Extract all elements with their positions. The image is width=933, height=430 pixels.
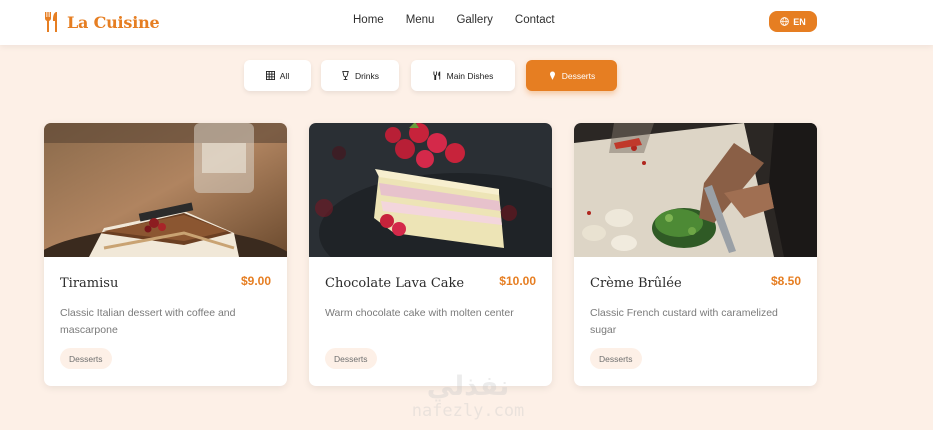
ice-cream-icon [549, 71, 555, 80]
top-navbar: La Cuisine Home Menu Gallery Contact EN [0, 0, 933, 45]
category-tag: Desserts [60, 348, 112, 369]
fork-knife-icon [44, 12, 57, 32]
tiramisu-image [44, 123, 287, 257]
cake-image [309, 123, 552, 257]
card-description: Warm chocolate cake with molten center [325, 307, 514, 319]
glass-icon [342, 71, 349, 80]
menu-card[interactable]: Tiramisu $9.00 Classic Italian dessert w… [44, 123, 287, 386]
card-title: Tiramisu [60, 276, 119, 291]
filter-main-dishes-button[interactable]: Main Dishes [411, 60, 515, 91]
language-label: EN [793, 16, 806, 27]
watermark: نفذلي nafezly.com [410, 372, 526, 428]
card-price: $10.00 [499, 274, 536, 288]
filter-label: Main Dishes [446, 70, 494, 81]
utensils-icon [433, 71, 440, 80]
card-description: Classic French custard with caramelized … [590, 307, 778, 336]
card-price: $8.50 [770, 274, 801, 288]
watermark-latin: nafezly.com [411, 401, 525, 421]
nav-link-contact[interactable]: Contact [515, 14, 555, 30]
chef-chopping-image [574, 123, 817, 257]
nav-link-home[interactable]: Home [353, 14, 384, 30]
category-tag: Desserts [590, 348, 642, 369]
filter-drinks-button[interactable]: Drinks [321, 60, 399, 91]
filter-all-button[interactable]: All [244, 60, 311, 91]
main-nav: Home Menu Gallery Contact [353, 14, 555, 30]
watermark-arabic: نفذلي [426, 371, 510, 402]
brand-logo[interactable]: La Cuisine [43, 10, 160, 34]
menu-card[interactable]: Chocolate Lava Cake $10.00 Warm chocolat… [309, 123, 552, 386]
filter-label: All [279, 70, 290, 81]
language-button[interactable]: EN [769, 11, 817, 32]
grid-icon [265, 71, 275, 80]
nav-link-menu[interactable]: Menu [406, 14, 435, 30]
category-tag: Desserts [325, 348, 377, 369]
brand-name: La Cuisine [67, 12, 160, 32]
globe-icon [780, 17, 790, 26]
filter-label: Desserts [561, 70, 596, 81]
category-filters: All Drinks Main Dishes Desserts [0, 60, 933, 91]
menu-card[interactable]: Crème Brûlée $8.50 Classic French custar… [574, 123, 817, 386]
card-price: $9.00 [240, 274, 271, 288]
nav-link-gallery[interactable]: Gallery [456, 14, 492, 30]
card-title: Chocolate Lava Cake [325, 276, 465, 291]
filter-desserts-button[interactable]: Desserts [526, 60, 617, 91]
card-description: Classic Italian dessert with coffee and … [60, 307, 236, 336]
filter-label: Drinks [354, 70, 380, 81]
card-title: Crème Brûlée [590, 276, 682, 291]
